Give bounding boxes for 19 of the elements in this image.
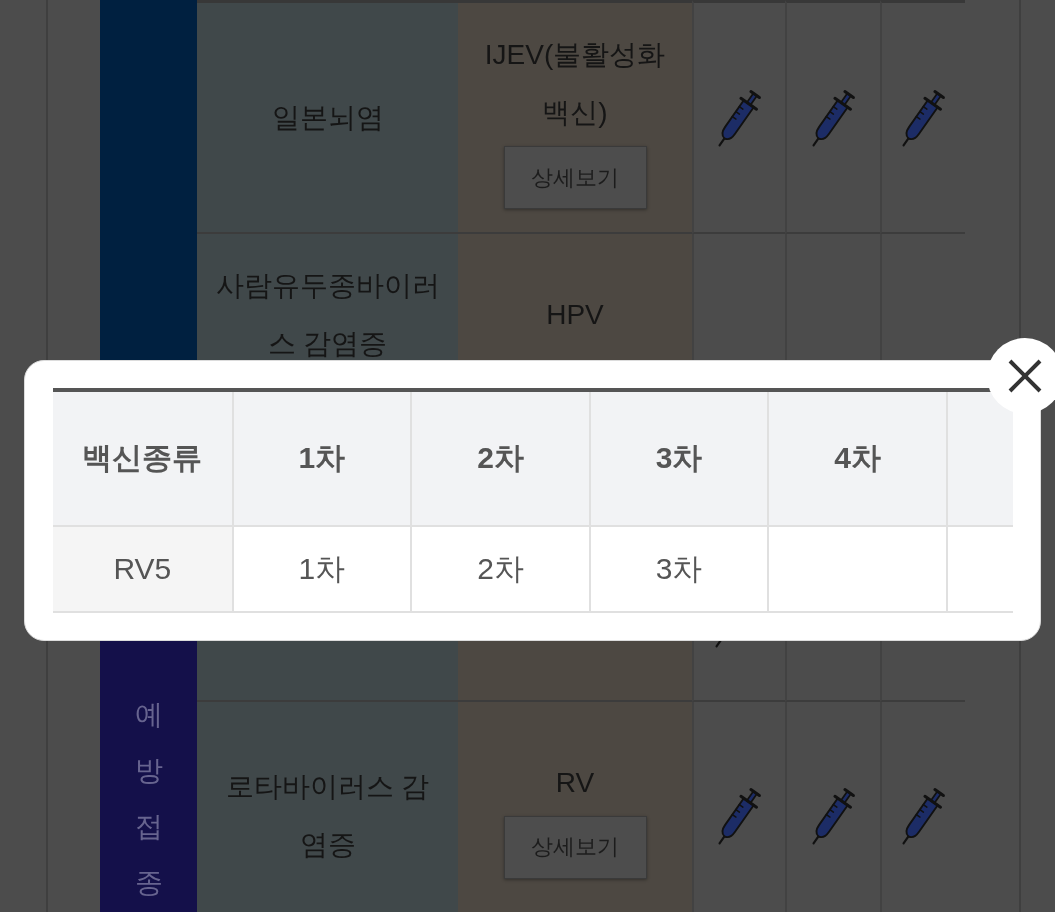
syringe-icon	[811, 787, 856, 845]
table-cell: RV5	[53, 527, 232, 611]
close-icon	[1008, 359, 1042, 393]
table-cell: 3차	[588, 527, 768, 611]
syringe-icon	[901, 787, 946, 845]
vaccine-name: RV	[555, 765, 595, 800]
syringe-icon	[717, 787, 762, 845]
syringe-icon	[901, 88, 946, 147]
column-header: 2차	[410, 392, 589, 525]
column-header: 1차	[231, 392, 411, 525]
vaccine-name: IJEV(불활성화 백신)	[483, 38, 667, 130]
syringe-icon	[717, 88, 762, 147]
vaccine-name: HPV	[546, 297, 604, 332]
column-header: 백신종류	[81, 440, 204, 476]
table-cell: 1차	[231, 527, 411, 611]
table-cell: 2차	[410, 527, 589, 611]
column-header: 4차	[767, 392, 946, 525]
syringe-icon	[811, 88, 856, 147]
column-header: 3차	[588, 392, 768, 525]
